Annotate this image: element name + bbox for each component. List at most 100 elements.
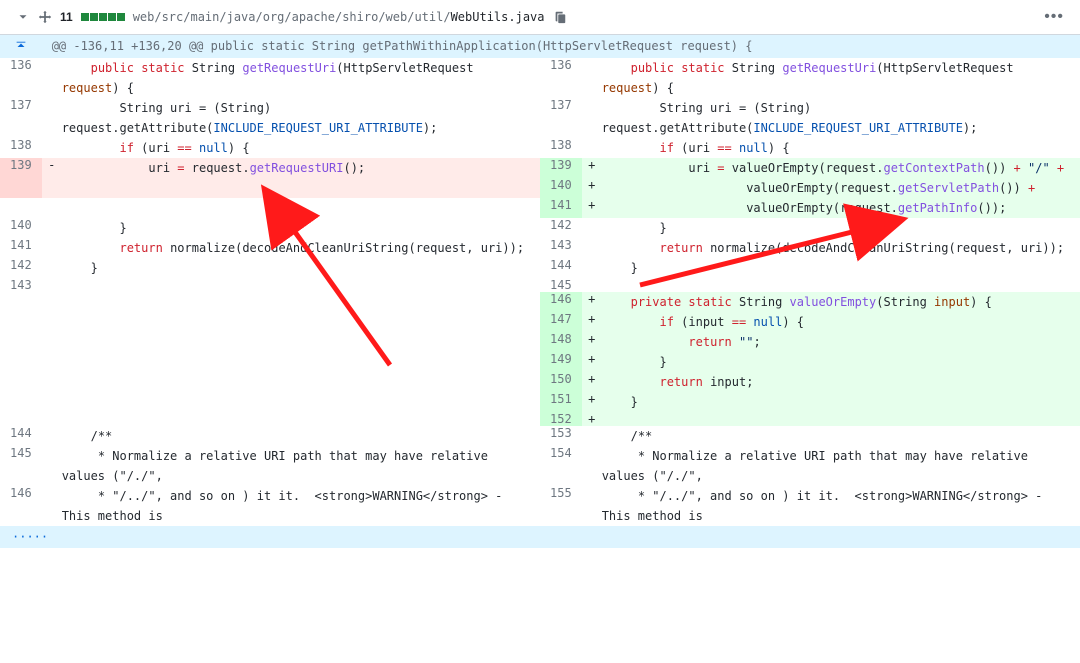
code-left[interactable]: * "/../", and so on ) it it. <strong>WAR… bbox=[62, 486, 540, 526]
line-number-right[interactable]: 154 bbox=[540, 446, 582, 486]
file-name: WebUtils.java bbox=[451, 10, 545, 24]
diff-row: 146 * "/../", and so on ) it it. <strong… bbox=[0, 486, 1080, 526]
line-number-right[interactable]: 137 bbox=[540, 98, 582, 138]
diff-marker-plus: + bbox=[582, 412, 602, 426]
expand-bottom-row: ····· bbox=[0, 526, 1080, 548]
code-left[interactable]: } bbox=[62, 218, 540, 238]
hunk-header-text: @@ -136,11 +136,20 @@ public static Stri… bbox=[42, 35, 1080, 58]
code-right[interactable]: * "/../", and so on ) it it. <strong>WAR… bbox=[602, 486, 1080, 526]
diff-row: 138 if (uri == null) { 138 if (uri == nu… bbox=[0, 138, 1080, 158]
line-number-right[interactable]: 153 bbox=[540, 426, 582, 446]
line-number-right[interactable]: 151 bbox=[540, 392, 582, 412]
chevron-down-icon[interactable] bbox=[16, 10, 30, 25]
code-left[interactable]: * Normalize a relative URI path that may… bbox=[62, 446, 540, 486]
copy-icon[interactable] bbox=[553, 10, 567, 25]
hunk-header-row: @@ -136,11 +136,20 @@ public static Stri… bbox=[0, 35, 1080, 58]
line-number-left[interactable]: 142 bbox=[0, 258, 42, 278]
diff-marker-plus: + bbox=[582, 158, 602, 178]
diff-marker-plus: + bbox=[582, 352, 602, 372]
code-right[interactable] bbox=[602, 278, 1080, 292]
code-right[interactable]: } bbox=[602, 258, 1080, 278]
code-right-added[interactable]: return input; bbox=[602, 372, 1080, 392]
line-number-right[interactable]: 150 bbox=[540, 372, 582, 392]
code-right[interactable]: /** bbox=[602, 426, 1080, 446]
line-number-right[interactable]: 138 bbox=[540, 138, 582, 158]
diff-row: 146 + private static String valueOrEmpty… bbox=[0, 292, 1080, 312]
diff-row: 144 /** 153 /** bbox=[0, 426, 1080, 446]
line-number-left[interactable]: 137 bbox=[0, 98, 42, 138]
line-number-right[interactable]: 147 bbox=[540, 312, 582, 332]
code-right[interactable]: String uri = (String) request.getAttribu… bbox=[602, 98, 1080, 138]
diff-row: 150 + return input; bbox=[0, 372, 1080, 392]
diff-row: 140 + valueOrEmpty(request.getServletPat… bbox=[0, 178, 1080, 198]
diff-line-count: 11 bbox=[60, 10, 73, 24]
code-right-added[interactable]: valueOrEmpty(request.getPathInfo()); bbox=[602, 198, 1080, 218]
line-number-right[interactable]: 145 bbox=[540, 278, 582, 292]
code-left-deleted[interactable]: uri = request.getRequestURI(); bbox=[62, 158, 540, 178]
diff-row: 136 public static String getRequestUri(H… bbox=[0, 58, 1080, 98]
line-number-left[interactable]: 144 bbox=[0, 426, 42, 446]
line-number-left[interactable]: 146 bbox=[0, 486, 42, 526]
line-number-left[interactable]: 136 bbox=[0, 58, 42, 98]
line-number-right[interactable]: 140 bbox=[540, 178, 582, 198]
code-right[interactable]: if (uri == null) { bbox=[602, 138, 1080, 158]
move-icon[interactable] bbox=[38, 10, 52, 25]
code-right[interactable]: } bbox=[602, 218, 1080, 238]
line-number-right[interactable]: 141 bbox=[540, 198, 582, 218]
code-right[interactable]: return normalize(decodeAndCleanUriString… bbox=[602, 238, 1080, 258]
code-left[interactable]: public static String getRequestUri(HttpS… bbox=[62, 58, 540, 98]
code-right-added[interactable] bbox=[602, 412, 1080, 426]
code-left[interactable]: String uri = (String) request.getAttribu… bbox=[62, 98, 540, 138]
line-number-right[interactable]: 139 bbox=[540, 158, 582, 178]
line-number-left[interactable]: 140 bbox=[0, 218, 42, 238]
code-right-added[interactable]: } bbox=[602, 392, 1080, 412]
code-left[interactable] bbox=[62, 278, 540, 292]
code-right[interactable]: public static String getRequestUri(HttpS… bbox=[602, 58, 1080, 98]
diff-row: 140 } 142 } bbox=[0, 218, 1080, 238]
line-number-right[interactable]: 148 bbox=[540, 332, 582, 352]
line-number-right[interactable]: 149 bbox=[540, 352, 582, 372]
line-number-right[interactable]: 144 bbox=[540, 258, 582, 278]
expand-up-icon[interactable] bbox=[0, 35, 42, 58]
line-number-right[interactable]: 143 bbox=[540, 238, 582, 258]
diff-row: 148 + return ""; bbox=[0, 332, 1080, 352]
code-right-added[interactable]: private static String valueOrEmpty(Strin… bbox=[602, 292, 1080, 312]
code-left[interactable]: /** bbox=[62, 426, 540, 446]
line-number-left[interactable]: 141 bbox=[0, 238, 42, 258]
diff-row: 139 - uri = request.getRequestURI(); 139… bbox=[0, 158, 1080, 178]
diff-row: 145 * Normalize a relative URI path that… bbox=[0, 446, 1080, 486]
code-right-added[interactable]: } bbox=[602, 352, 1080, 372]
expand-down-icon[interactable]: ····· bbox=[0, 526, 1080, 548]
diff-marker-plus: + bbox=[582, 372, 602, 392]
line-number-right[interactable]: 155 bbox=[540, 486, 582, 526]
diff-marker-minus: - bbox=[42, 158, 62, 178]
line-number-left[interactable]: 138 bbox=[0, 138, 42, 158]
code-left-empty bbox=[62, 198, 540, 218]
kebab-menu-icon[interactable]: ••• bbox=[1044, 8, 1064, 26]
code-left[interactable]: return normalize(decodeAndCleanUriString… bbox=[62, 238, 540, 258]
diff-marker-plus: + bbox=[582, 392, 602, 412]
line-number-left[interactable]: 143 bbox=[0, 278, 42, 292]
code-left[interactable]: if (uri == null) { bbox=[62, 138, 540, 158]
code-right-added[interactable]: uri = valueOrEmpty(request.getContextPat… bbox=[602, 158, 1080, 178]
code-right-added[interactable]: return ""; bbox=[602, 332, 1080, 352]
line-number-right[interactable]: 152 bbox=[540, 412, 582, 426]
diff-marker bbox=[42, 58, 62, 98]
file-header: 11 web/src/main/java/org/apache/shiro/we… bbox=[0, 0, 1080, 35]
line-number-right[interactable]: 136 bbox=[540, 58, 582, 98]
line-number-right[interactable]: 146 bbox=[540, 292, 582, 312]
diff-stat-bar bbox=[81, 13, 125, 21]
line-number-left[interactable]: 139 bbox=[0, 158, 42, 178]
file-path[interactable]: web/src/main/java/org/apache/shiro/web/u… bbox=[133, 10, 545, 24]
diff-row: 152 + bbox=[0, 412, 1080, 426]
diff-marker-plus: + bbox=[582, 292, 602, 312]
code-right-added[interactable]: if (input == null) { bbox=[602, 312, 1080, 332]
diff-row: 141 return normalize(decodeAndCleanUriSt… bbox=[0, 238, 1080, 258]
code-right-added[interactable]: valueOrEmpty(request.getServletPath()) + bbox=[602, 178, 1080, 198]
line-number-right[interactable]: 142 bbox=[540, 218, 582, 238]
diff-row: 143 145 bbox=[0, 278, 1080, 292]
diff-row: 151 + } bbox=[0, 392, 1080, 412]
code-left[interactable]: } bbox=[62, 258, 540, 278]
line-number-left[interactable]: 145 bbox=[0, 446, 42, 486]
code-right[interactable]: * Normalize a relative URI path that may… bbox=[602, 446, 1080, 486]
